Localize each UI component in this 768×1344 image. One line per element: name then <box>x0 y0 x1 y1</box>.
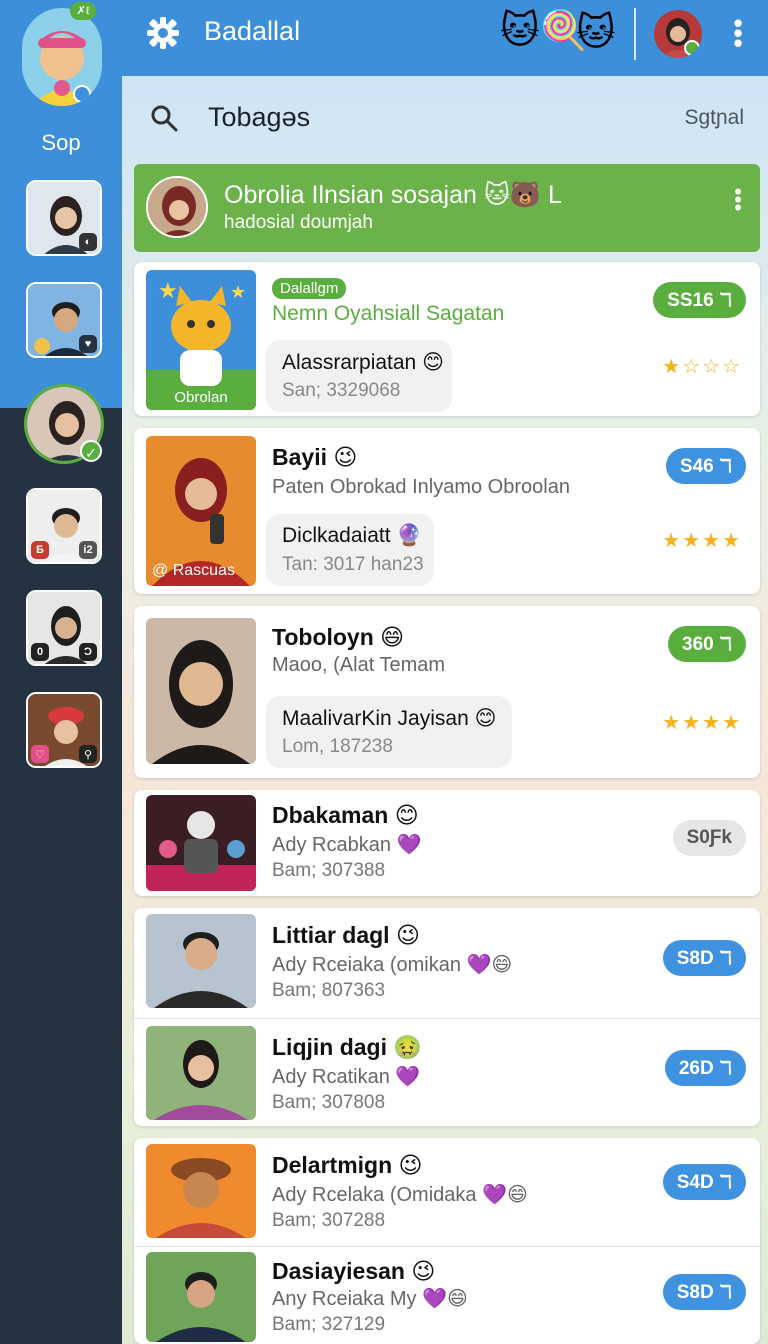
banner-avatar <box>146 176 208 238</box>
chat-meta: Bam; 307808 <box>272 1092 386 1113</box>
chat-preview: Ady Rcatikan 💜 <box>272 1066 421 1088</box>
chat-thumbnail: @ Rascuas <box>146 436 256 586</box>
chat-thumbnail <box>146 795 256 891</box>
message-meta: Tan: 3017 han23 <box>282 554 424 575</box>
price-pill[interactable]: 360 ℸ <box>668 626 746 662</box>
chat-preview: Any Rceiaka My 💜😄 <box>272 1288 468 1310</box>
rating-stars: ★★★★ <box>662 712 742 734</box>
message-title: Diclkadaiatt 🔮 <box>282 524 423 547</box>
chat-card[interactable]: ★ ★ Obrolan Dalallgm Nemn Oyahsiall Sagat… <box>134 262 760 416</box>
message-title: MaalivarKin Jayisan 😊 <box>282 707 497 730</box>
banner-more-icon[interactable]: • • • <box>734 181 742 219</box>
chat-thumbnail <box>146 618 256 764</box>
chat-card-group: Delartmign 😉 Ady Rcelaka (Omidaka 💜😄 Bam… <box>134 1138 760 1344</box>
search-bar[interactable]: Tobagəs Sgtɲal <box>122 76 768 160</box>
left-rail: ✗ℓ Sop ◐ ♥ ✓ Б i2 0 Ɔ ♡ ⚲ <box>0 0 122 1344</box>
rail-contact-3[interactable]: Б i2 <box>26 488 102 564</box>
chat-preview: Paten Obrokad Inlyamo Obroolan <box>272 476 570 498</box>
chat-preview: Ady Rcabkan 💜 <box>272 834 422 856</box>
chat-name: Bayii 😉 <box>272 444 358 470</box>
rail-contact-1[interactable]: ◐ <box>26 180 102 256</box>
chat-meta: Bam; 307288 <box>272 1210 386 1231</box>
message-bubble: Diclkadaiatt 🔮 Tan: 3017 han23 <box>266 514 434 586</box>
message-bubble: MaalivarKin Jayisan 😊 Lom, 187238 <box>266 696 512 768</box>
main-content: Tobagəs Sgtɲal Obrolia Ilnsian sosajan 🐱… <box>122 76 768 1344</box>
cat-sticker-icon[interactable]: 🐱 <box>576 10 616 55</box>
rail-label: Sop <box>41 130 81 155</box>
profile-avatar[interactable] <box>654 10 702 58</box>
chat-preview: Maoo, (Alat Temam <box>272 654 446 676</box>
message-meta: San; 3329068 <box>282 380 401 401</box>
chat-card[interactable]: @ Rascuas Bayii 😉 Paten Obrokad Inlyamo … <box>134 428 760 594</box>
chat-preview: Ady Rcelaka (Omidaka 💜😄 <box>272 1184 528 1206</box>
chat-card[interactable]: Toboloyn 😄 Maoo, (Alat Temam 360 ℸ Maali… <box>134 606 760 778</box>
chat-meta: Bam; 327129 <box>272 1314 386 1335</box>
svg-text:★: ★ <box>158 278 178 303</box>
chat-thumbnail <box>146 1252 256 1342</box>
message-title: Alassrarpiatan 😊 <box>282 351 444 374</box>
cat-lollipop-sticker-icon[interactable]: 🐱🍭 <box>500 8 587 53</box>
search-query[interactable]: Tobagəs <box>208 102 310 133</box>
message-meta: Lom, 187238 <box>282 736 393 757</box>
rail-contact-4[interactable]: 0 Ɔ <box>26 590 102 666</box>
chat-thumbnail <box>146 914 256 1008</box>
chat-thumbnail <box>146 1144 256 1238</box>
search-right-label[interactable]: Sgtɲal <box>684 106 744 130</box>
thumb-label: @ Rascuas <box>152 562 235 579</box>
row-divider <box>134 1018 760 1019</box>
chat-meta: Bam; 807363 <box>272 980 386 1001</box>
price-pill[interactable]: S8D ℸ <box>662 1274 746 1310</box>
chat-name: Delartmign 😉 <box>272 1152 423 1178</box>
my-avatar[interactable] <box>22 8 102 106</box>
price-pill[interactable]: SS16 ℸ <box>653 282 746 318</box>
rating-stars: ★☆☆☆ <box>662 356 742 378</box>
tag-badge: Dalallgm <box>272 278 347 299</box>
rail-badge: Б <box>31 541 49 559</box>
more-menu-icon[interactable]: • • • <box>728 10 748 56</box>
app-bar-divider <box>634 8 636 60</box>
banner-subtitle: hadosial doumjah <box>224 212 373 233</box>
rail-contact-5[interactable]: ♡ ⚲ <box>26 692 102 768</box>
price-pill[interactable]: 26D ℸ <box>664 1050 746 1086</box>
app-bar: Badallal 🐱🍭 🐱 • • • <box>122 0 768 76</box>
gear-icon[interactable] <box>146 16 180 50</box>
chat-name: Littiar dagl 😉 <box>272 922 420 948</box>
price-pill[interactable]: S8D ℸ <box>662 940 746 976</box>
thumb-label: Obrolan <box>146 386 256 410</box>
status-badge: ✗ℓ <box>70 2 96 20</box>
check-icon: ✓ <box>80 440 102 462</box>
rail-badge: ⚲ <box>79 745 97 763</box>
price-pill[interactable]: S0Ƒk <box>672 820 746 856</box>
chat-card[interactable]: Dbakaman 😊 Ady Rcabkan 💜 Bam; 307388 S0Ƒ… <box>134 790 760 896</box>
chat-thumbnail <box>146 1026 256 1120</box>
chat-name: Liqjin dagi 🤢 <box>272 1034 423 1060</box>
app-title: Badallal <box>204 16 301 46</box>
rail-badge: i2 <box>79 541 97 559</box>
message-bubble: Alassrarpiatan 😊 San; 3329068 <box>266 340 452 412</box>
chat-name: Dasiayiesan 😉 <box>272 1258 436 1284</box>
price-pill[interactable]: S4D ℸ <box>662 1164 746 1200</box>
rating-stars: ★★★★ <box>662 530 742 552</box>
svg-text:★: ★ <box>230 282 246 302</box>
search-icon[interactable] <box>150 104 178 132</box>
chat-name: Dbakaman 😊 <box>272 802 419 828</box>
rail-contact-2[interactable]: ♥ <box>26 282 102 358</box>
rail-badge: ♡ <box>31 745 49 763</box>
chat-name: Toboloyn 😄 <box>272 624 405 650</box>
pinned-chat-banner[interactable]: Obrolia Ilnsian sosajan 🐱🐻 L hadosial do… <box>134 164 760 252</box>
row-divider <box>134 1246 760 1247</box>
price-pill[interactable]: S46 ℸ <box>665 448 746 484</box>
heart-icon: ♥ <box>79 335 97 353</box>
rail-badge: Ɔ <box>79 643 97 661</box>
chat-preview: Ady Rceiaka (omikan 💜😄 <box>272 954 513 976</box>
chat-card-group: Littiar dagl 😉 Ady Rceiaka (omikan 💜😄 Ba… <box>134 908 760 1126</box>
chat-subtitle: Nemn Oyahsiall Sagatan <box>272 302 505 325</box>
chat-thumbnail: ★ ★ Obrolan <box>146 270 256 410</box>
rail-badge: 0 <box>31 643 49 661</box>
chat-meta: Bam; 307388 <box>272 860 386 881</box>
rail-badge: ◐ <box>79 233 97 251</box>
banner-title: Obrolia Ilnsian sosajan 🐱🐻 L <box>224 181 562 209</box>
